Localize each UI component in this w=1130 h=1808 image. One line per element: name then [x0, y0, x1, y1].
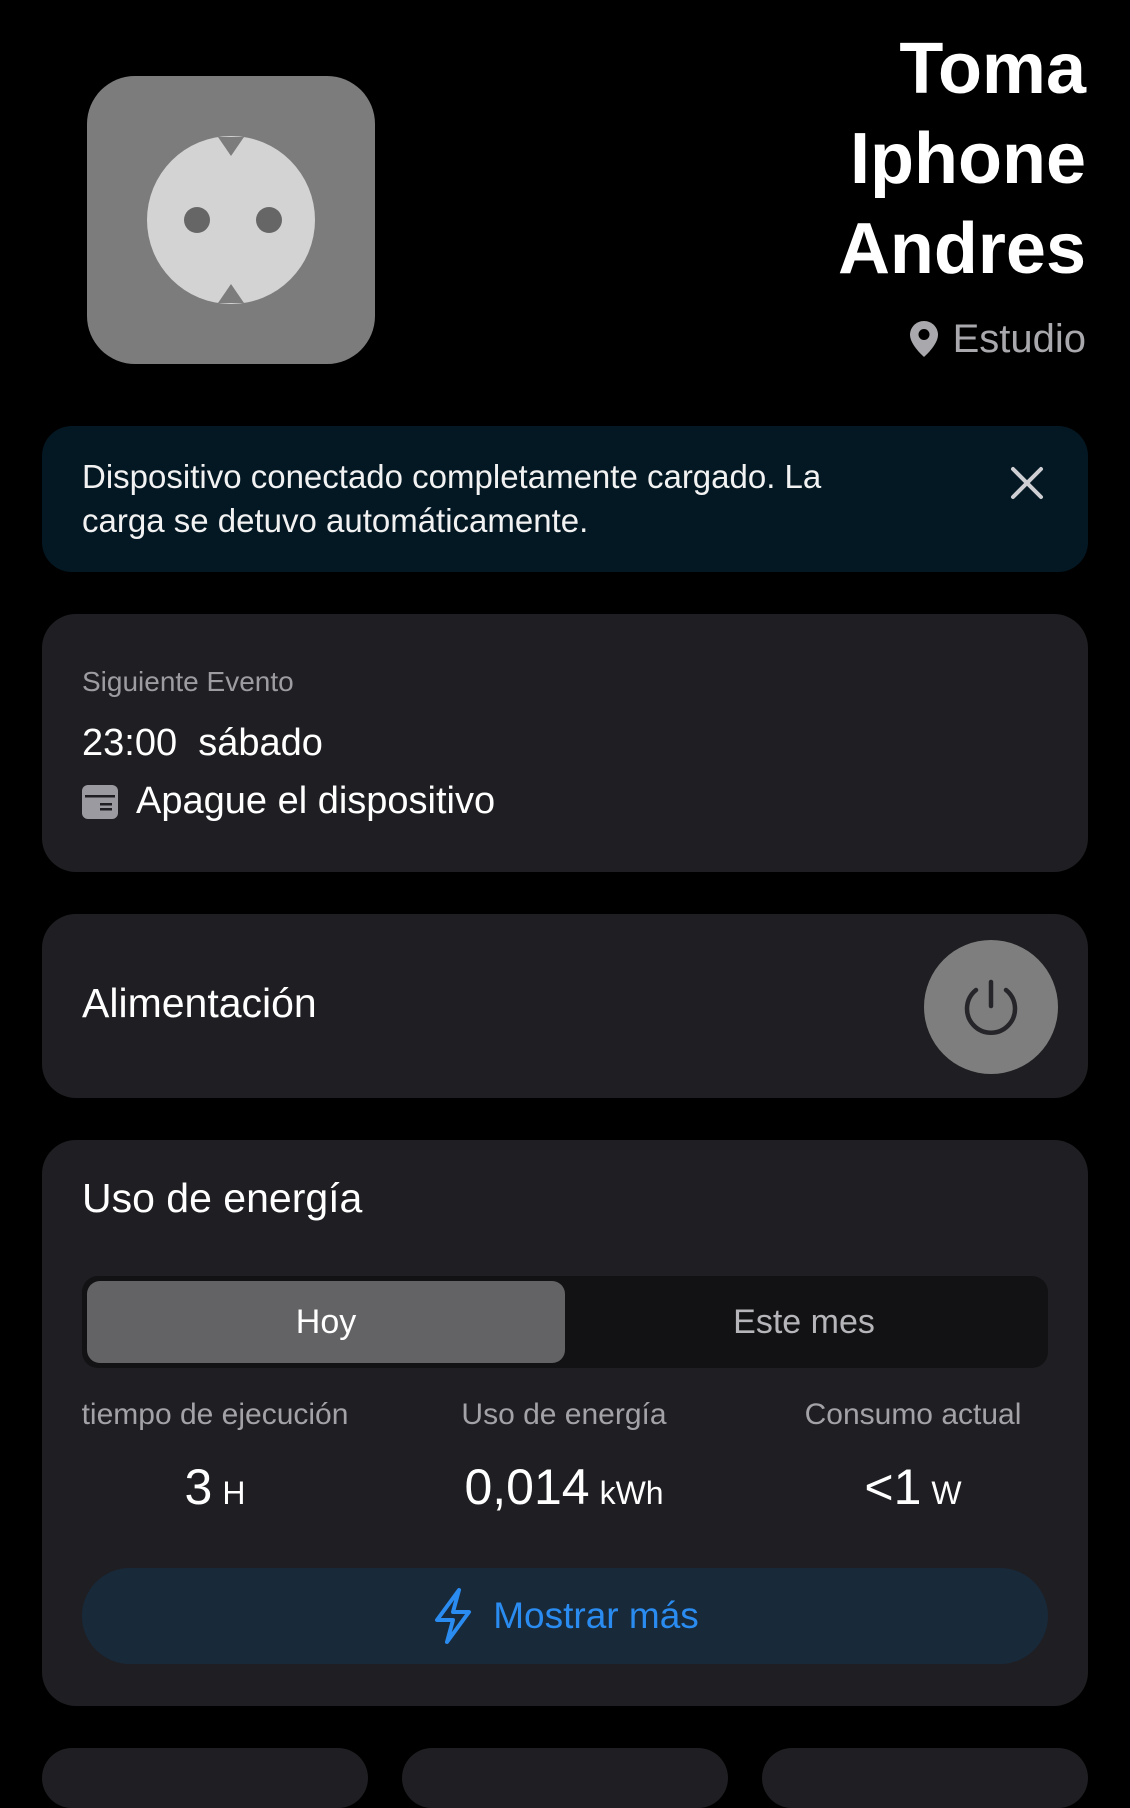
stat-number: 3: [184, 1459, 213, 1515]
notification-text-line: Dispositivo conectado completamente carg…: [82, 458, 822, 495]
feature-tile[interactable]: [42, 1748, 368, 1808]
feature-tile[interactable]: [762, 1748, 1088, 1808]
stat-label: tiempo de ejecución: [81, 1398, 349, 1431]
device-location[interactable]: Estudio: [909, 312, 1086, 366]
power-outlet-icon: [147, 136, 315, 304]
show-more-label: Mostrar más: [493, 1595, 699, 1636]
next-event-datetime: 23:00 sábado: [82, 722, 323, 765]
stat-value: <1 W: [743, 1458, 1083, 1516]
power-label: Alimentación: [82, 980, 317, 1026]
tab-today[interactable]: Hoy: [87, 1281, 565, 1363]
stat-value: 0,014 kWh: [394, 1458, 734, 1516]
next-event-time: 23:00: [82, 722, 178, 764]
device-name-line: Toma: [899, 29, 1086, 109]
next-event-day: sábado: [198, 722, 323, 764]
tab-this-month[interactable]: Este mes: [565, 1281, 1043, 1363]
location-pin-icon: [909, 321, 938, 357]
next-event-label: Siguiente Evento: [82, 666, 294, 697]
stat-number: 0,014: [464, 1459, 590, 1515]
show-more-button[interactable]: Mostrar más: [82, 1568, 1048, 1664]
stat-unit: W: [931, 1475, 962, 1511]
calendar-icon: [82, 784, 118, 819]
stat-energy-usage: Uso de energía 0,014 kWh: [394, 1398, 734, 1516]
device-name-line: Iphone: [850, 119, 1086, 199]
stat-current-consumption: Consumo actual <1 W: [743, 1398, 1083, 1516]
stat-value: 3H: [45, 1458, 385, 1516]
device-icon-tile: [87, 76, 375, 364]
lightning-icon: [435, 1588, 472, 1644]
power-toggle-button[interactable]: [924, 940, 1058, 1074]
energy-usage-title: Uso de energía: [82, 1175, 363, 1221]
notification-text-line: carga se detuvo automáticamente.: [82, 502, 589, 539]
device-name: Toma Iphone Andres: [526, 24, 1086, 294]
location-label: Estudio: [952, 316, 1086, 361]
close-notification-button[interactable]: [1002, 458, 1052, 508]
stat-unit: kWh: [599, 1475, 664, 1511]
close-icon: [1011, 467, 1043, 499]
stat-number: <1: [864, 1459, 922, 1515]
device-name-line: Andres: [837, 209, 1086, 289]
stat-label: Uso de energía: [461, 1398, 667, 1431]
stat-label: Consumo actual: [804, 1398, 1022, 1431]
feature-tile[interactable]: [402, 1748, 728, 1808]
stat-runtime: tiempo de ejecución 3H: [45, 1398, 385, 1516]
stat-unit: H: [222, 1475, 246, 1511]
power-icon: [964, 979, 1018, 1035]
next-event-action: Apague el dispositivo: [82, 780, 495, 823]
notification-text: Dispositivo conectado completamente carg…: [82, 455, 962, 543]
next-event-action-label: Apague el dispositivo: [136, 780, 496, 822]
